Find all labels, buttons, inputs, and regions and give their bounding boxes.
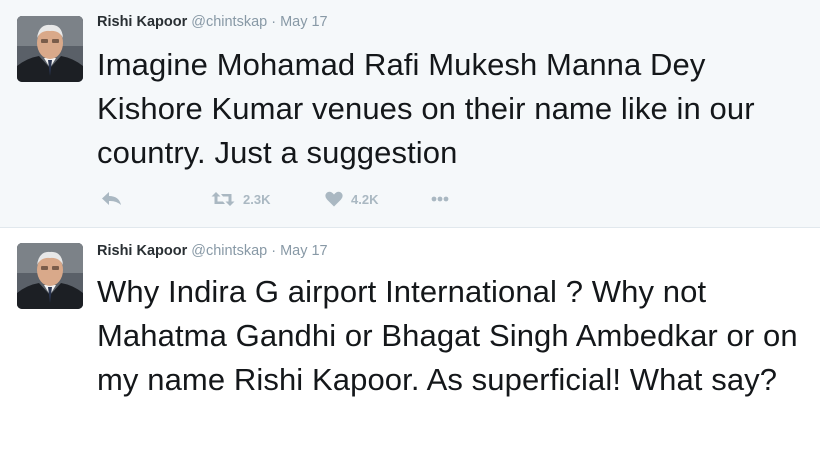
tweet-2[interactable]: Rishi Kapoor @chintskap · May 17 Why Indira…: [0, 229, 820, 456]
like-count: 4.2K: [351, 191, 379, 207]
separator-dot: ·: [271, 243, 277, 259]
reply-icon: [101, 191, 123, 207]
user-handle[interactable]: @chintskap: [191, 14, 267, 30]
tweet-date[interactable]: May 17: [280, 243, 328, 259]
reply-button[interactable]: [101, 189, 123, 209]
tweet-text: Why Indira G airport International ? Why…: [97, 274, 798, 397]
avatar[interactable]: [17, 243, 83, 309]
avatar-image: [17, 243, 83, 309]
user-handle[interactable]: @chintskap: [191, 243, 267, 259]
retweet-count: 2.3K: [243, 191, 271, 207]
retweet-button[interactable]: 2.3K: [211, 189, 270, 209]
retweet-icon: [211, 191, 235, 207]
tweet-1[interactable]: Rishi Kapoor @chintskap · May 17 Imagine Mo…: [0, 0, 820, 228]
heart-icon: [325, 191, 343, 207]
more-icon: [431, 196, 449, 202]
display-name[interactable]: Rishi Kapoor: [97, 243, 187, 259]
display-name[interactable]: Rishi Kapoor: [97, 14, 187, 30]
separator-dot: ·: [271, 14, 277, 30]
avatar-image: [17, 16, 83, 82]
tweet-date[interactable]: May 17: [280, 14, 328, 30]
tweet-header: Rishi Kapoor @chintskap · May 17: [97, 242, 328, 260]
like-button[interactable]: 4.2K: [325, 189, 378, 209]
avatar[interactable]: [17, 16, 83, 82]
tweet-header: Rishi Kapoor @chintskap · May 17: [97, 13, 328, 31]
more-button[interactable]: [431, 189, 449, 209]
tweet-text: Imagine Mohamad Rafi Mukesh Manna Dey Ki…: [97, 47, 755, 170]
